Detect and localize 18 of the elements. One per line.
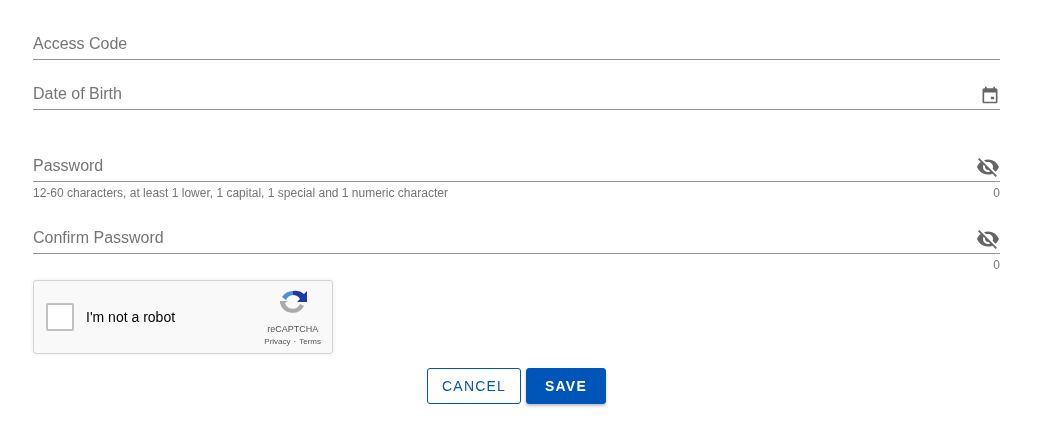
captcha-checkbox[interactable]	[46, 303, 74, 331]
cancel-button[interactable]: CANCEL	[427, 368, 522, 404]
captcha-link[interactable]: Privacy	[264, 337, 291, 346]
input-field[interactable]: Confirm Password	[33, 229, 976, 253]
input-field[interactable]: Date of Birth	[33, 85, 980, 109]
separator: ·	[293, 337, 297, 346]
character-counter: 0	[993, 258, 1000, 272]
input-field[interactable]: Access Code	[33, 35, 1000, 59]
character-counter: 0	[993, 186, 1000, 200]
calendar-icon[interactable]	[980, 85, 1000, 105]
hint-text: 12-60 characters, at least 1 lower, 1 capital, 1 special and 1 numeric character	[33, 186, 448, 200]
input-field[interactable]: Password	[33, 157, 976, 181]
save-button[interactable]: SAVE	[526, 368, 606, 404]
captcha-link[interactable]: Terms	[299, 337, 321, 346]
captcha-label: I'm not a robot	[86, 309, 177, 325]
eye-off-icon[interactable]	[976, 227, 1000, 251]
captcha-brand: reCAPTCHA	[267, 324, 319, 334]
eye-off-icon[interactable]	[976, 155, 1000, 179]
